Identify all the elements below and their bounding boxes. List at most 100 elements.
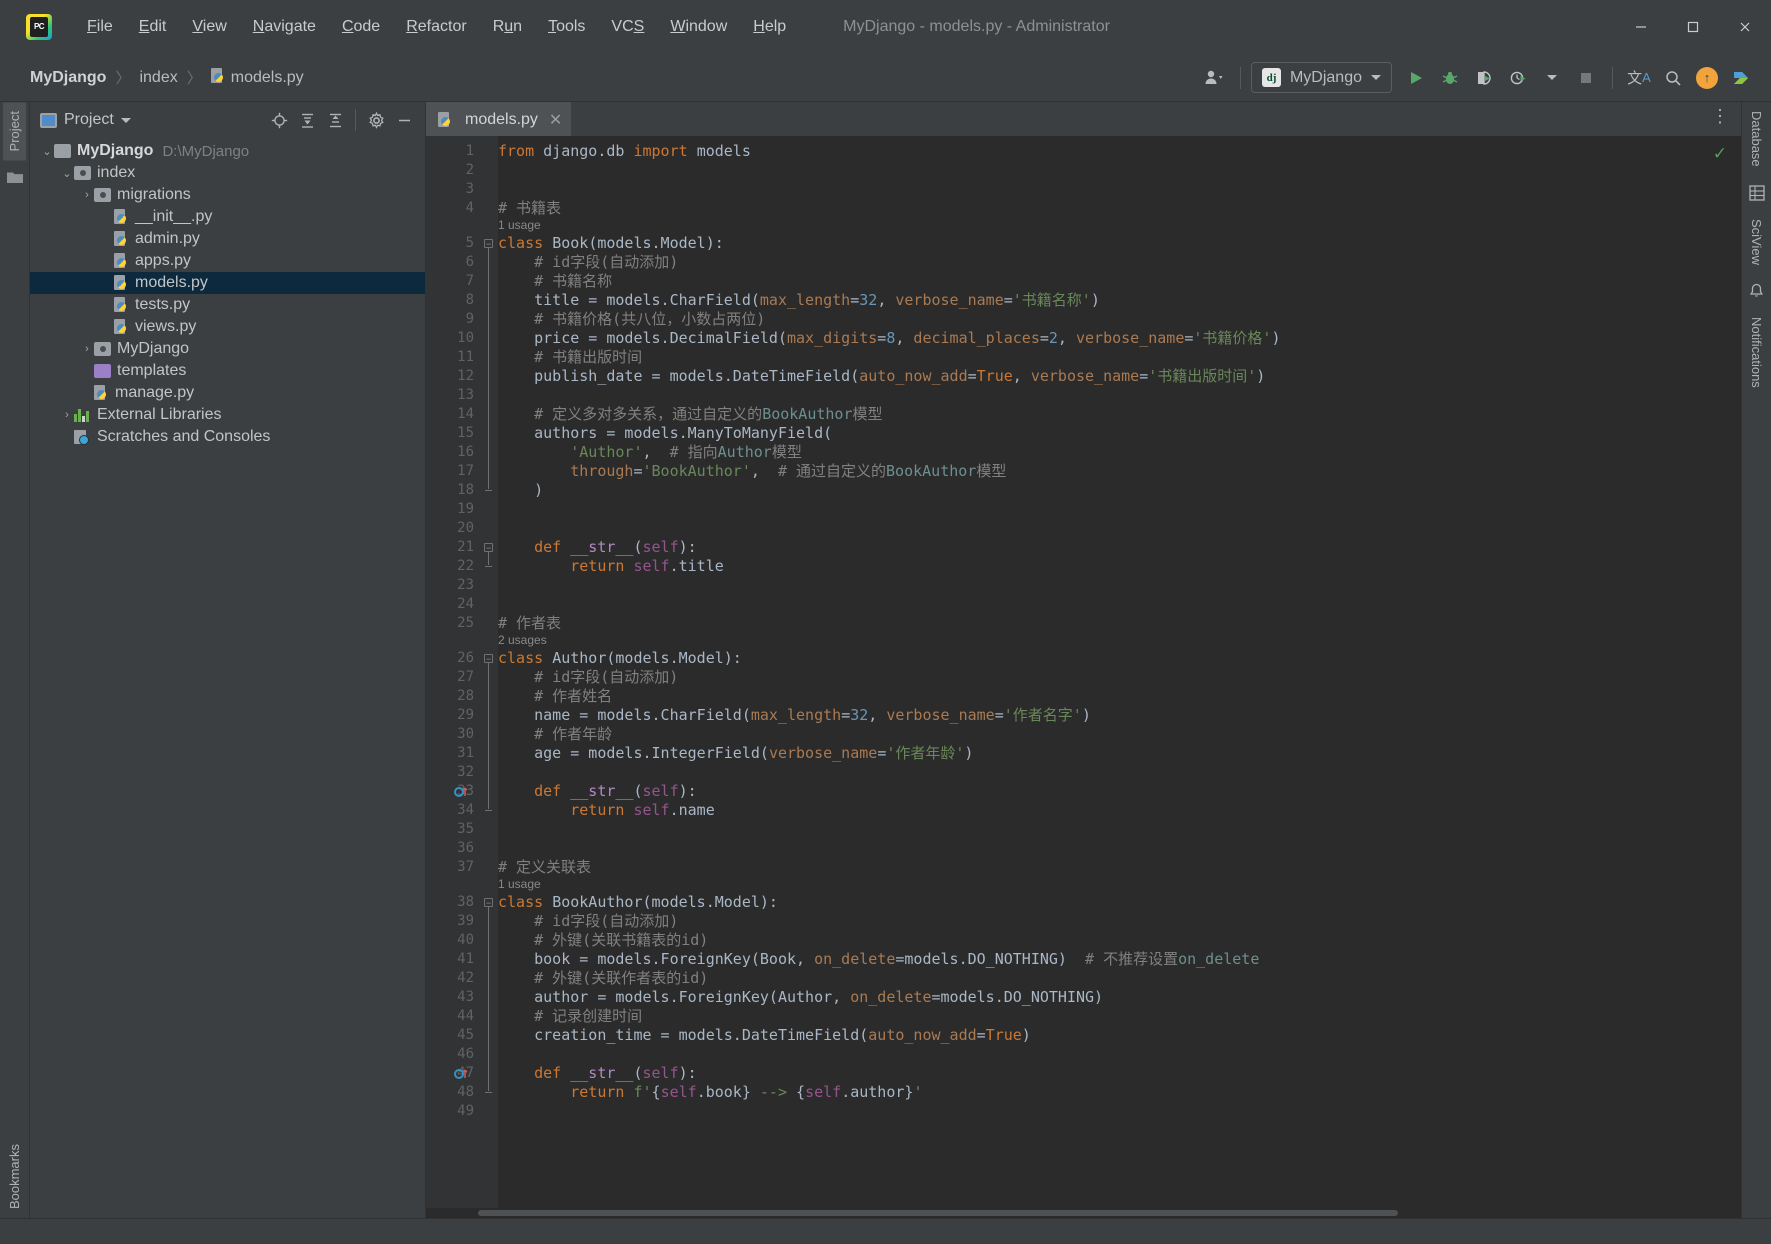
rail-folder-icon[interactable] <box>6 168 24 186</box>
code-line-9[interactable]: # 书籍价格(共八位，小数占两位) <box>498 310 765 329</box>
menu-item-help[interactable]: Help <box>740 14 799 40</box>
tree-item-external-libraries[interactable]: › External Libraries <box>30 404 425 426</box>
code-line-21[interactable]: def __str__(self): <box>498 538 697 557</box>
line-number-gutter[interactable]: 1 2 3 4 5 6 7 8 9 10 11 12 13 14 15 16 17 18 19 20 21 22 23 24 2… <box>426 136 482 1208</box>
code-line-8[interactable]: title = models.CharField(max_length=32, … <box>498 291 1100 310</box>
run-icon[interactable] <box>1400 62 1432 94</box>
code-line-45[interactable]: creation_time = models.DateTimeField(aut… <box>498 1026 1031 1045</box>
menu-item-refactor[interactable]: Refactor <box>393 14 479 40</box>
code-line-44[interactable]: # 记录创建时间 <box>498 1007 642 1026</box>
run-configuration-selector[interactable]: dj MyDjango <box>1250 62 1392 93</box>
rail-tab-project[interactable]: Project <box>3 102 26 161</box>
code-line-22[interactable]: return self.title <box>498 557 724 576</box>
usage-hint[interactable]: 2 usages <box>498 634 547 647</box>
inspection-status-icon[interactable]: ✓ <box>1713 144 1727 164</box>
editor-scrollbar[interactable]: ✓ <box>1713 136 1741 1208</box>
fold-toggle-icon[interactable]: − <box>484 898 493 908</box>
scrollbar-thumb[interactable] <box>478 1210 1398 1216</box>
code-line-42[interactable]: # 外键(关联作者表的id) <box>498 969 708 988</box>
code-line-38[interactable]: class BookAuthor(models.Model): <box>498 893 778 912</box>
chevron-down-icon[interactable]: ⌄ <box>60 167 74 180</box>
tree-item-scratches-and-consoles[interactable]: Scratches and Consoles <box>30 426 425 448</box>
code-line-33[interactable]: def __str__(self): <box>498 782 697 801</box>
update-icon[interactable]: ↑ <box>1691 62 1723 94</box>
debug-icon[interactable] <box>1434 62 1466 94</box>
search-icon[interactable] <box>1657 62 1689 94</box>
code-line-4[interactable]: # 书籍表 <box>498 199 561 218</box>
code-line-30[interactable]: # 作者年龄 <box>498 725 612 744</box>
code-line-32[interactable] <box>498 763 507 782</box>
code-line-11[interactable]: # 书籍出版时间 <box>498 348 642 367</box>
code-line-26[interactable]: class Author(models.Model): <box>498 649 742 668</box>
menu-item-window[interactable]: Window <box>657 14 740 40</box>
code-line-19[interactable] <box>498 500 507 519</box>
tree-item-views-py[interactable]: views.py <box>30 316 425 338</box>
sciview-grid-icon[interactable] <box>1748 184 1766 202</box>
fold-toggle-icon[interactable]: − <box>484 654 493 664</box>
profile-icon[interactable] <box>1502 62 1534 94</box>
breadcrumb-folder[interactable]: index <box>135 67 181 89</box>
code-editor[interactable]: 1 2 3 4 5 6 7 8 9 10 11 12 13 14 15 16 17 18 19 20 21 22 23 24 2… <box>426 136 1741 1208</box>
menu-item-file[interactable]: File <box>74 14 126 40</box>
code-line-46[interactable] <box>498 1045 507 1064</box>
menu-item-navigate[interactable]: Navigate <box>240 14 329 40</box>
code-line-27[interactable]: # id字段(自动添加) <box>498 668 678 687</box>
tree-item-manage-py[interactable]: manage.py <box>30 382 425 404</box>
translate-icon[interactable]: 文A <box>1623 62 1655 94</box>
code-line-29[interactable]: name = models.CharField(max_length=32, v… <box>498 706 1091 725</box>
code-line-40[interactable]: # 外键(关联书籍表的id) <box>498 931 708 950</box>
tree-item--init-py[interactable]: __init__.py <box>30 206 425 228</box>
code-line-48[interactable]: return f'{self.book} --> {self.author}' <box>498 1083 922 1102</box>
chevron-right-icon[interactable]: › <box>80 189 94 201</box>
code-line-20[interactable] <box>498 519 507 538</box>
code-line-7[interactable]: # 书籍名称 <box>498 272 612 291</box>
chevron-down-icon[interactable]: ⌄ <box>40 145 54 158</box>
code-line-13[interactable] <box>498 386 507 405</box>
code-folding-gutter[interactable]: − − − − <box>482 136 498 1208</box>
chevron-right-icon[interactable]: › <box>60 409 74 421</box>
usage-hint[interactable]: 1 usage <box>498 219 541 232</box>
menu-item-vcs[interactable]: VCS <box>598 14 657 40</box>
horizontal-scrollbar[interactable] <box>426 1208 1741 1218</box>
code-line-2[interactable] <box>498 161 507 180</box>
rail-tab-notifications[interactable]: Notifications <box>1745 308 1768 397</box>
code-line-6[interactable]: # id字段(自动添加) <box>498 253 678 272</box>
code-line-5[interactable]: class Book(models.Model): <box>498 234 724 253</box>
code-line-28[interactable]: # 作者姓名 <box>498 687 612 706</box>
tree-item-templates[interactable]: templates <box>30 360 425 382</box>
code-line-18[interactable]: ) <box>498 481 543 500</box>
code-line-17[interactable]: through='BookAuthor', # 通过自定义的BookAuthor… <box>498 462 1006 481</box>
code-line-3[interactable] <box>498 180 507 199</box>
code-line-14[interactable]: # 定义多对多关系，通过自定义的BookAuthor模型 <box>498 405 882 424</box>
code-line-12[interactable]: publish_date = models.DateTimeField(auto… <box>498 367 1265 386</box>
tree-item-models-py[interactable]: models.py <box>30 272 425 294</box>
account-icon[interactable] <box>1198 62 1230 94</box>
code-line-10[interactable]: price = models.DecimalField(max_digits=8… <box>498 329 1280 348</box>
rail-tab-sciview[interactable]: SciView <box>1745 210 1768 274</box>
code-line-35[interactable] <box>498 820 507 839</box>
stop-icon[interactable] <box>1570 62 1602 94</box>
code-line-36[interactable] <box>498 839 507 858</box>
minimize-button[interactable] <box>1615 0 1667 54</box>
code-line-31[interactable]: age = models.IntegerField(verbose_name='… <box>498 744 973 763</box>
rail-tab-bookmarks[interactable]: Bookmarks <box>3 1135 26 1218</box>
fold-toggle-icon[interactable]: − <box>484 543 493 553</box>
tree-item-admin-py[interactable]: admin.py <box>30 228 425 250</box>
notifications-bell-icon[interactable] <box>1748 282 1766 300</box>
locate-icon[interactable] <box>266 107 292 133</box>
close-button[interactable] <box>1719 0 1771 54</box>
expand-all-icon[interactable] <box>294 107 320 133</box>
menu-item-code[interactable]: Code <box>329 14 393 40</box>
code-line-43[interactable]: author = models.ForeignKey(Author, on_de… <box>498 988 1103 1007</box>
code-line-24[interactable] <box>498 595 507 614</box>
menu-item-run[interactable]: Run <box>480 14 535 40</box>
override-method-icon[interactable] <box>454 785 468 799</box>
rail-tab-database[interactable]: Database <box>1745 102 1768 176</box>
editor-options-icon[interactable]: ⋮ <box>1711 106 1731 127</box>
menu-item-tools[interactable]: Tools <box>535 14 598 40</box>
close-icon[interactable]: ✕ <box>549 110 562 130</box>
tree-item-migrations[interactable]: › migrations <box>30 184 425 206</box>
project-scope-chevron-down-icon[interactable] <box>120 117 131 123</box>
tree-item-mydjango[interactable]: ⌄ MyDjango D:\MyDjango <box>30 140 425 162</box>
code-line-41[interactable]: book = models.ForeignKey(Book, on_delete… <box>498 950 1259 969</box>
